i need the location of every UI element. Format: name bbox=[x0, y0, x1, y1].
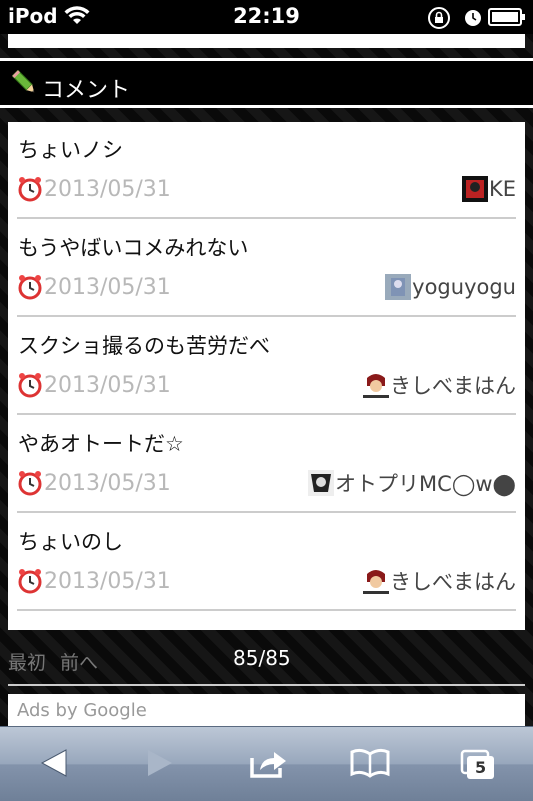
book-icon bbox=[349, 748, 391, 782]
divider bbox=[8, 684, 525, 686]
share-icon bbox=[248, 746, 288, 784]
alarm-clock-icon bbox=[17, 274, 43, 304]
bookmarks-button[interactable] bbox=[348, 745, 392, 785]
user-name: きしべまはん bbox=[390, 374, 516, 398]
user-avatar bbox=[461, 176, 488, 202]
user-avatar bbox=[363, 568, 389, 594]
tabs-count: 5 bbox=[475, 758, 487, 777]
comment-item: スクショ撮るのも苦労だべ 2013/05/31 きしべまはん bbox=[17, 318, 516, 415]
alarm-status-icon bbox=[464, 9, 482, 31]
comment-user[interactable]: オトプリMC◯w⬤ bbox=[308, 469, 516, 497]
section-title: コメント bbox=[42, 78, 131, 103]
alarm-clock-icon bbox=[17, 568, 43, 598]
user-name: yoguyogu bbox=[412, 275, 516, 299]
status-bar: iPod 22:19 bbox=[0, 0, 533, 34]
comment-user[interactable]: きしべまはん bbox=[363, 371, 516, 399]
comment-item: もうやばいコメみれない 2013/05/31 yoguyogu bbox=[17, 220, 516, 317]
comment-list: ちょいノシ 2013/05/31 KE もうやばいコメみれない 2013/05/… bbox=[8, 122, 525, 630]
tabs-button[interactable]: 5 bbox=[456, 745, 500, 785]
top-content-strip bbox=[8, 34, 525, 48]
comment-item: ちょいノシ 2013/05/31 KE bbox=[17, 122, 516, 219]
comment-date: 2013/05/31 bbox=[44, 569, 171, 594]
comment-text: ちょいノシ bbox=[18, 138, 123, 162]
first-page-link[interactable]: 最初 bbox=[8, 648, 46, 675]
battery-icon bbox=[488, 8, 526, 30]
page-count: 85/85 bbox=[233, 646, 291, 670]
comment-text: もうやばいコメみれない bbox=[18, 236, 249, 260]
comment-date: 2013/05/31 bbox=[44, 373, 171, 398]
prev-page-link[interactable]: 前へ bbox=[60, 648, 98, 675]
user-name: オトプリMC◯w⬤ bbox=[335, 472, 516, 496]
forward-arrow-icon bbox=[146, 748, 174, 782]
comment-date: 2013/05/31 bbox=[44, 471, 171, 496]
comment-date: 2013/05/31 bbox=[44, 177, 171, 202]
alarm-clock-icon bbox=[17, 372, 43, 402]
ad-banner[interactable]: Ads by Google bbox=[8, 694, 525, 726]
user-avatar bbox=[385, 274, 412, 300]
comment-text: ちょいのし bbox=[18, 530, 123, 554]
ads-label: Ads by Google bbox=[17, 700, 147, 721]
status-time: 22:19 bbox=[233, 4, 300, 28]
comment-item: やあオトートだ☆ 2013/05/31 オトプリMC◯w⬤ bbox=[17, 416, 516, 513]
alarm-clock-icon bbox=[17, 470, 43, 500]
comment-user[interactable]: きしべまはん bbox=[363, 567, 516, 595]
comment-date: 2013/05/31 bbox=[44, 275, 171, 300]
back-arrow-icon bbox=[40, 748, 68, 782]
comment-text: スクショ撮るのも苦労だべ bbox=[18, 334, 270, 358]
user-name: KE bbox=[488, 177, 516, 201]
back-button[interactable] bbox=[32, 745, 76, 785]
browser-toolbar: 5 bbox=[0, 726, 533, 801]
user-name: きしべまはん bbox=[390, 570, 516, 594]
pagination: 最初 前へ 85/85 bbox=[0, 631, 533, 681]
comment-item: ちょいのし 2013/05/31 きしべまはん bbox=[17, 514, 516, 611]
rotation-lock-icon bbox=[427, 6, 451, 34]
alarm-clock-icon bbox=[17, 176, 43, 206]
user-avatar bbox=[363, 372, 389, 398]
forward-button[interactable] bbox=[138, 745, 182, 785]
comment-user[interactable]: KE bbox=[461, 175, 516, 203]
tabs-icon: 5 bbox=[460, 749, 496, 781]
share-button[interactable] bbox=[246, 745, 290, 785]
comment-text: やあオトートだ☆ bbox=[18, 432, 184, 456]
comments-section-header: コメント bbox=[0, 58, 533, 108]
user-avatar bbox=[308, 470, 335, 496]
web-page: コメント ちょいノシ 2013/05/31 KE もうやばいコメみれない 201… bbox=[0, 34, 533, 726]
pencil-icon bbox=[11, 69, 38, 100]
comment-user[interactable]: yoguyogu bbox=[385, 273, 516, 301]
